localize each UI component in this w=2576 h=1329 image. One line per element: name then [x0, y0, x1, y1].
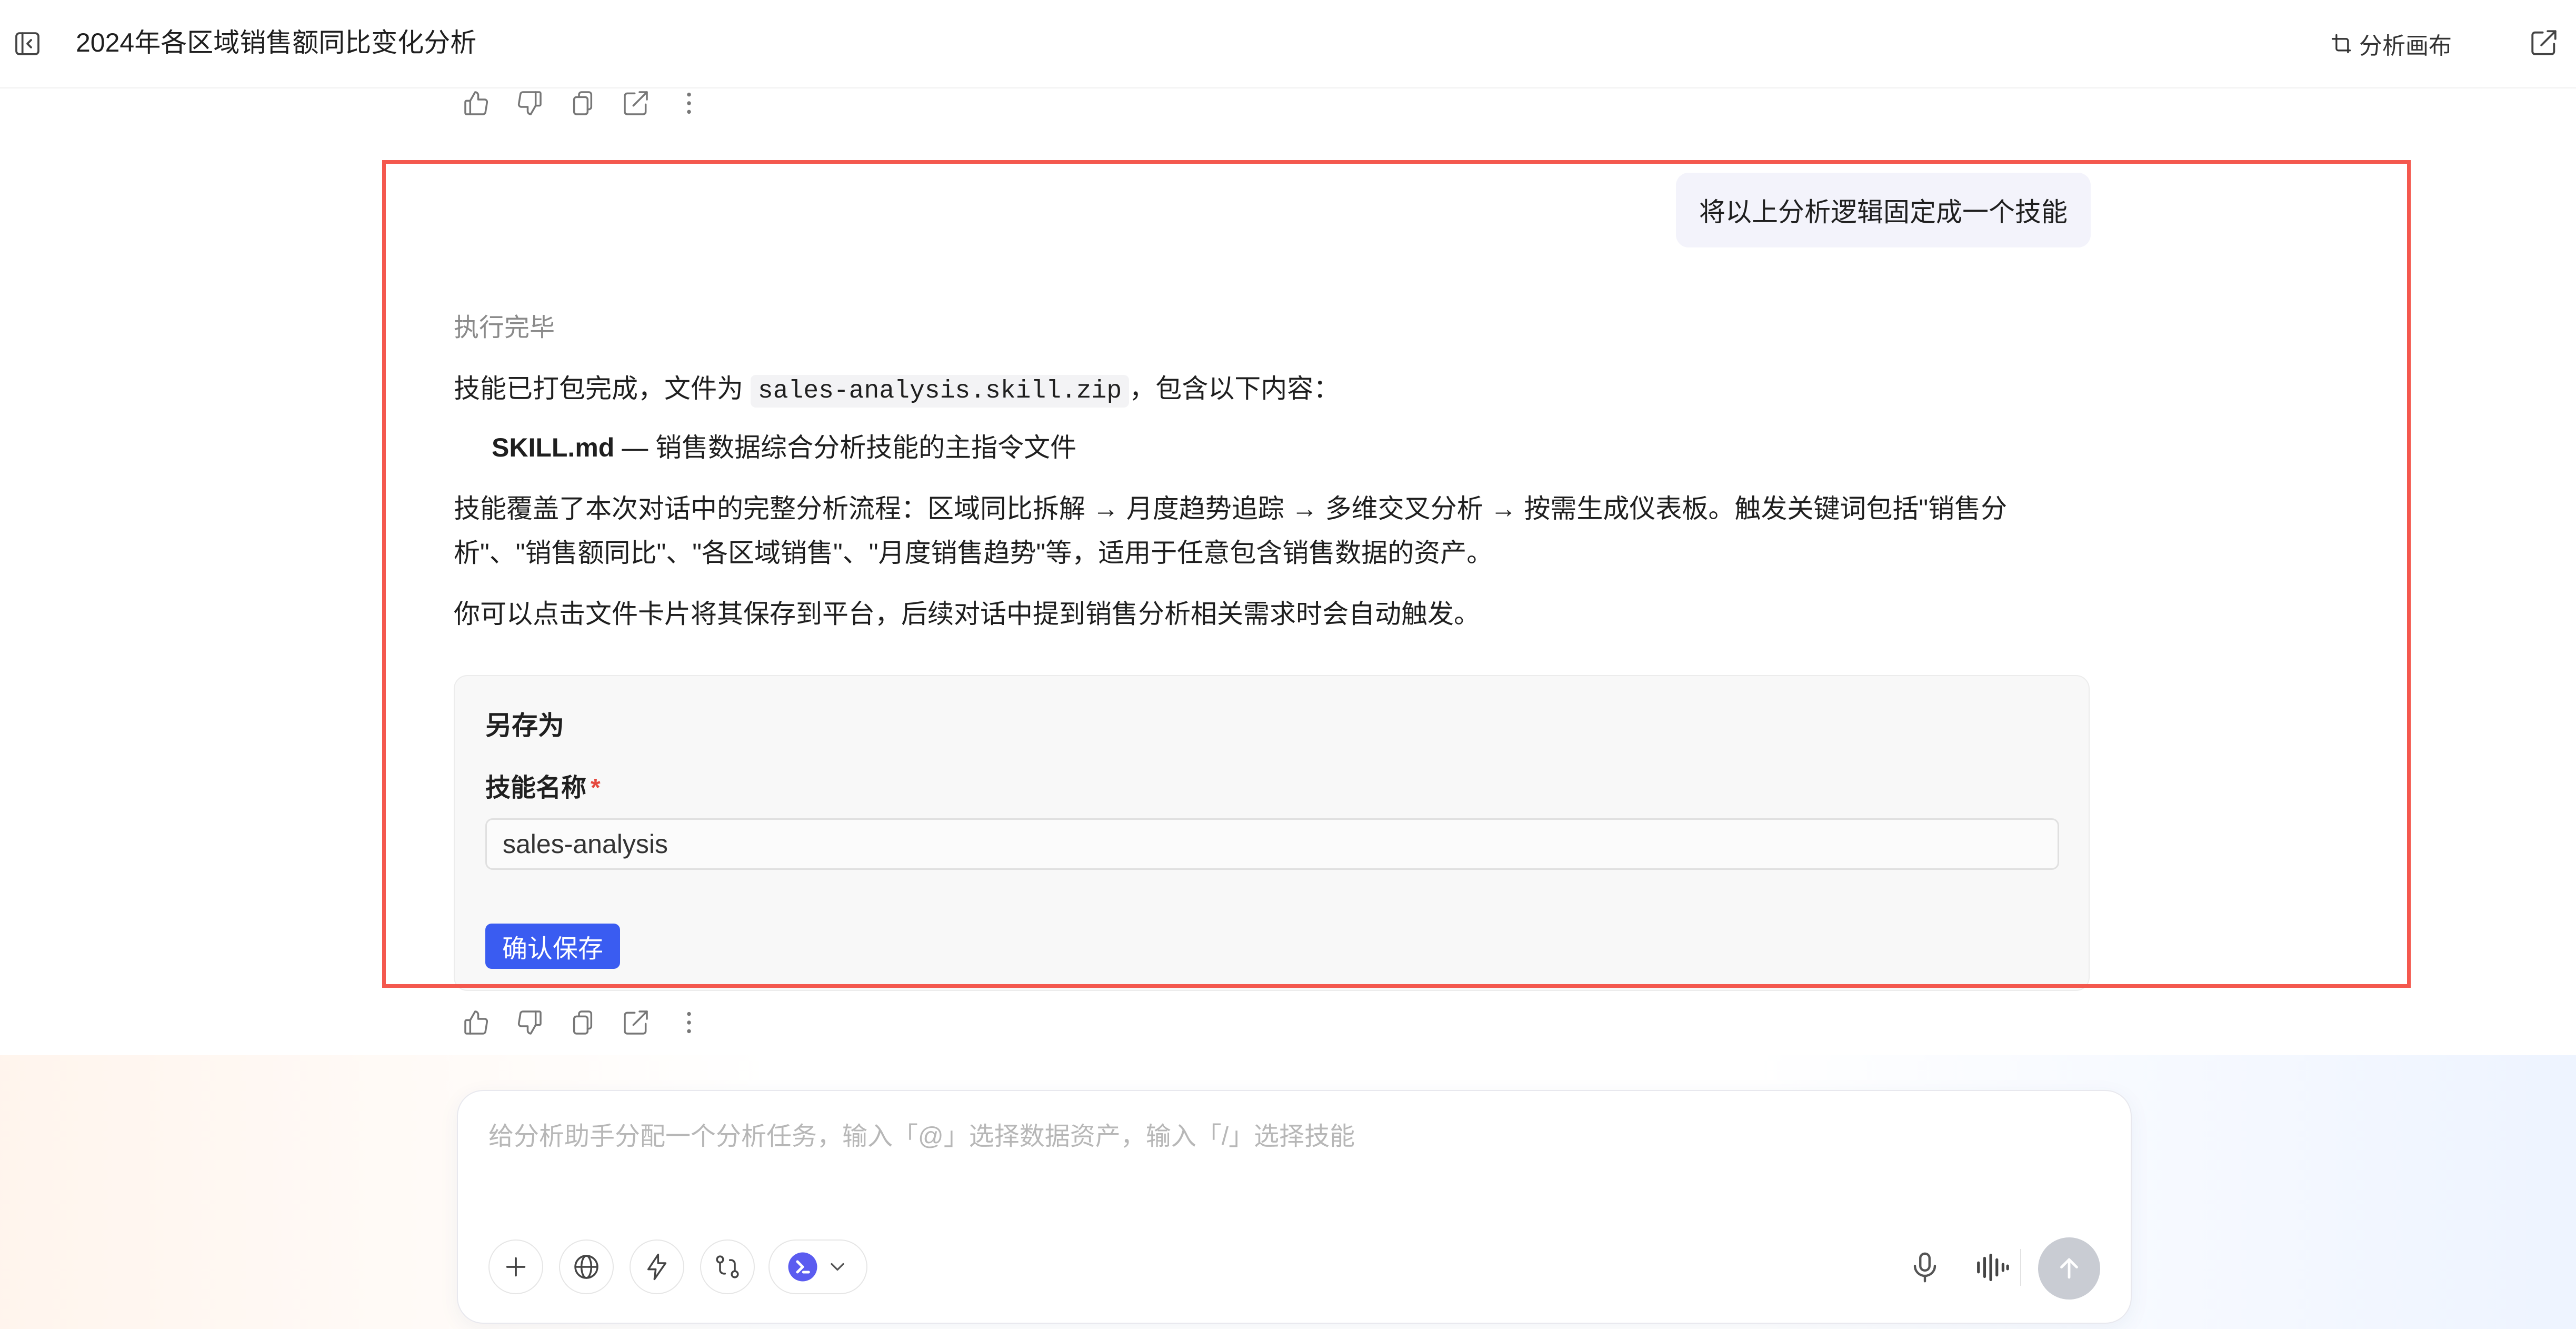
dislike-button[interactable]: [514, 88, 545, 118]
analysis-canvas-button[interactable]: 分析画布: [2330, 26, 2452, 61]
page-title: 2024年各区域销售额同比变化分析: [76, 28, 477, 57]
model-selector[interactable]: [768, 1239, 867, 1294]
save-hint-paragraph: 你可以点击文件卡片将其保存到平台，后续对话中提到销售分析相关需求时会自动触发。: [454, 599, 1480, 629]
voice-wave-icon[interactable]: [1974, 1249, 2011, 1286]
like-button[interactable]: [461, 1007, 492, 1038]
skill-md-file: SKILL.md: [492, 433, 615, 462]
save-as-title: 另存为: [485, 711, 564, 740]
like-button[interactable]: [461, 88, 492, 118]
globe-icon: [574, 1255, 598, 1279]
plus-icon: [506, 1257, 526, 1277]
canvas-icon: [2331, 34, 2351, 54]
thumbs-down-icon: [517, 91, 542, 115]
chat-composer: [457, 1090, 2132, 1324]
workflow-button[interactable]: [700, 1239, 755, 1294]
share-button[interactable]: [621, 1007, 651, 1038]
skill-name-label-text: 技能名称: [485, 774, 587, 802]
execution-status: 执行完毕: [454, 314, 555, 342]
copy-icon: [573, 91, 593, 115]
more-button[interactable]: [674, 1007, 704, 1038]
packaged-paragraph: 技能已打包完成，文件为 sales-analysis.skill.zip ，包含以…: [454, 366, 2085, 413]
skill-name-label: 技能名称 *: [485, 767, 601, 804]
skill-name-input[interactable]: [485, 818, 2059, 870]
coverage-line-2: 析"、"销售额同比"、"各区域销售"、"月度销售趋势"等，适用于任意包含销售数据…: [454, 538, 1493, 568]
reply-actions: [461, 1007, 727, 1038]
chat-input[interactable]: [487, 1112, 2069, 1161]
coverage-line-1: 技能覆盖了本次对话中的完整分析流程：区域同比拆解 → 月度趋势追踪 → 多维交叉…: [454, 494, 2008, 523]
analysis-canvas-label: 分析画布: [2359, 33, 2452, 59]
share-button[interactable]: [621, 88, 651, 118]
copy-icon: [573, 1010, 593, 1035]
chevron-down-icon: [831, 1263, 844, 1271]
composer-divider: [2020, 1249, 2021, 1286]
required-mark: *: [591, 774, 601, 802]
thumbs-up-icon: [464, 1010, 488, 1035]
send-arrow-icon: [2060, 1258, 2078, 1279]
lightning-icon: [647, 1253, 667, 1281]
more-icon: [687, 92, 691, 114]
dislike-button[interactable]: [514, 1007, 545, 1038]
add-attachment-button[interactable]: [488, 1239, 543, 1294]
previous-message-actions: [461, 88, 727, 118]
export-icon[interactable]: [2529, 27, 2559, 58]
more-button[interactable]: [674, 88, 704, 118]
skill-md-desc: — 销售数据综合分析技能的主指令文件: [614, 433, 1077, 462]
skill-file-name: sales-analysis.skill.zip: [750, 375, 1130, 408]
save-as-card: 另存为 技能名称* 确认保存: [454, 675, 2090, 991]
coverage-paragraph: 技能覆盖了本次对话中的完整分析流程：区域同比拆解 → 月度趋势追踪 → 多维交叉…: [454, 487, 2085, 575]
skill-file-item: SKILL.md — 销售数据综合分析技能的主指令文件: [492, 425, 1076, 470]
share-icon: [624, 91, 648, 115]
confirm-save-button[interactable]: 确认保存: [485, 924, 620, 969]
microphone-icon[interactable]: [1906, 1249, 1943, 1286]
model-icon: [788, 1252, 817, 1282]
packaged-suffix: ，包含以下内容：: [1129, 374, 1340, 403]
thumbs-up-icon: [464, 91, 488, 115]
send-button[interactable]: [2038, 1237, 2100, 1300]
user-message-bubble: 将以上分析逻辑固定成一个技能: [1676, 173, 2091, 247]
quick-action-button[interactable]: [630, 1239, 684, 1294]
share-icon: [624, 1010, 648, 1035]
top-bar: 2024年各区域销售额同比变化分析 分析画布: [0, 0, 2576, 88]
sidebar-toggle-icon[interactable]: [13, 29, 42, 58]
more-icon: [687, 1011, 691, 1034]
web-search-button[interactable]: [559, 1239, 614, 1294]
copy-button[interactable]: [567, 88, 598, 118]
copy-button[interactable]: [567, 1007, 598, 1038]
workflow-icon: [716, 1255, 739, 1278]
packaged-prefix: 技能已打包完成，文件为: [454, 374, 743, 403]
thumbs-down-icon: [517, 1010, 542, 1035]
